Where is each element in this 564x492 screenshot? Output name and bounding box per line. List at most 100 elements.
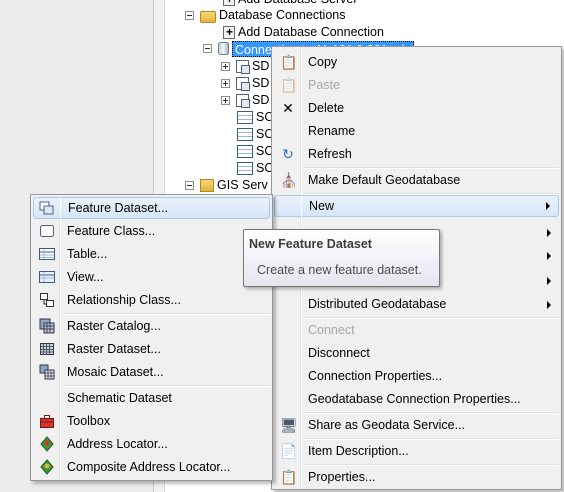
menu-item-label: Raster Catalog...	[67, 319, 161, 333]
menu-item-distributed-geodatabase[interactable]: Distributed Geodatabase	[274, 293, 559, 315]
menu-item-label: Paste	[308, 78, 340, 92]
menu-item-rename[interactable]: Rename	[274, 120, 559, 142]
delete-icon: ✕	[282, 100, 294, 116]
raster-dataset-icon	[39, 341, 55, 357]
submenu-item-relationship-class[interactable]: Relationship Class...	[33, 289, 270, 311]
submenu-item-address-locator[interactable]: Address Locator...	[33, 433, 270, 455]
menu-item-label: Composite Address Locator...	[67, 460, 231, 474]
menu-item-label: Feature Dataset...	[68, 201, 169, 215]
menu-item-label: Feature Class...	[67, 224, 156, 238]
collapse-icon[interactable]	[185, 181, 194, 190]
raster-catalog-icon	[39, 318, 55, 334]
feature-dataset-icon	[236, 94, 250, 108]
tree-item-gis-servers[interactable]: GIS Serv	[185, 177, 268, 194]
submenu-item-table[interactable]: Table...	[33, 243, 270, 265]
view-icon	[39, 269, 55, 285]
menu-item-label: Make Default Geodatabase	[308, 173, 461, 187]
menu-item-delete[interactable]: ✕ Delete	[274, 97, 559, 119]
tree-item-label: Database Connections	[219, 8, 346, 22]
properties-icon: 📋	[280, 469, 298, 485]
refresh-icon: ↻	[282, 146, 294, 162]
table-icon	[237, 111, 253, 124]
menu-item-label: Copy	[308, 55, 338, 69]
collapse-icon[interactable]	[203, 44, 212, 53]
submenu-arrow-icon	[547, 301, 551, 309]
tree-item-table[interactable]: SC	[237, 126, 273, 143]
tree-item-add-database-connection[interactable]: Add Database Connection	[223, 24, 384, 41]
menu-item-properties[interactable]: 📋 Properties...	[274, 466, 559, 488]
submenu-item-view[interactable]: View...	[33, 266, 270, 288]
menu-item-item-description[interactable]: 📄 Item Description...	[274, 440, 559, 462]
submenu-item-raster-catalog[interactable]: Raster Catalog...	[33, 315, 270, 337]
menu-item-label: Geodatabase Connection Properties...	[308, 392, 521, 406]
tooltip-new-feature-dataset: New Feature Dataset Create a new feature…	[243, 229, 440, 287]
menu-item-label: Share as Geodata Service...	[308, 418, 466, 432]
table-icon	[39, 246, 55, 262]
menu-item-label: Delete	[308, 101, 345, 115]
tree-item-table[interactable]: SC	[237, 160, 273, 177]
submenu-arrow-icon	[546, 202, 550, 210]
copy-icon: 📋	[280, 54, 298, 70]
tooltip-title: New Feature Dataset	[249, 237, 372, 251]
tree-item-dataset[interactable]: SD	[221, 92, 269, 109]
menu-item-label: Distributed Geodatabase	[308, 297, 447, 311]
schematic-dataset-icon	[39, 390, 55, 406]
paste-icon: 📋	[280, 77, 298, 93]
menu-item-label: Raster Dataset...	[67, 342, 161, 356]
submenu-item-raster-dataset[interactable]: Raster Dataset...	[33, 338, 270, 360]
gis-servers-icon	[200, 179, 214, 192]
database-connection-icon	[218, 42, 229, 55]
tree-item-table[interactable]: SC	[237, 109, 273, 126]
submenu-item-feature-class[interactable]: Feature Class...	[33, 220, 270, 242]
table-icon	[237, 162, 253, 175]
menu-item-label: Mosaic Dataset...	[67, 365, 164, 379]
submenu-arrow-icon	[547, 277, 551, 285]
submenu-item-composite-address-locator[interactable]: Composite Address Locator...	[33, 456, 270, 478]
submenu-item-feature-dataset[interactable]: Feature Dataset...	[33, 197, 270, 219]
menu-item-new[interactable]: New	[274, 195, 559, 217]
expand-icon[interactable]	[221, 62, 230, 71]
menu-item-refresh[interactable]: ↻ Refresh	[274, 143, 559, 165]
submenu-item-schematic-dataset[interactable]: Schematic Dataset	[33, 387, 270, 409]
tree-item-dataset[interactable]: SD	[221, 75, 269, 92]
feature-dataset-icon	[236, 77, 250, 91]
menu-item-share-as-geodata-service[interactable]: 🖥 Share as Geodata Service...	[274, 414, 559, 436]
submenu-arrow-icon	[547, 252, 551, 260]
item-description-icon: 📄	[280, 443, 298, 459]
tree-item-label: SD	[252, 93, 270, 107]
submenu-item-toolbox[interactable]: Toolbox	[33, 410, 270, 432]
menu-item-label: Refresh	[308, 147, 352, 161]
relationship-class-icon	[39, 292, 55, 308]
tree-item-table[interactable]: SC	[237, 143, 273, 160]
menu-item-connect[interactable]: Connect	[274, 319, 559, 341]
menu-item-label: New	[309, 199, 335, 213]
menu-item-geodatabase-connection-properties[interactable]: Geodatabase Connection Properties...	[274, 388, 559, 410]
tree-item-label: SD	[252, 76, 270, 90]
folder-icon	[200, 10, 216, 23]
default-geodatabase-icon: ⛪	[280, 172, 298, 188]
submenu-item-mosaic-dataset[interactable]: Mosaic Dataset...	[33, 361, 270, 383]
menu-item-paste[interactable]: 📋 Paste	[274, 74, 559, 96]
menu-item-copy[interactable]: 📋 Copy	[274, 51, 559, 73]
tree-item-label: Add Database Connection	[238, 25, 384, 39]
menu-item-label: Relationship Class...	[67, 293, 181, 307]
expand-icon[interactable]	[221, 79, 230, 88]
tree-item-database-connections[interactable]: Database Connections	[185, 7, 345, 24]
expand-icon[interactable]	[221, 96, 230, 105]
menu-item-label: View...	[67, 270, 104, 284]
collapse-icon[interactable]	[185, 11, 194, 20]
feature-class-icon	[39, 223, 55, 239]
menu-item-disconnect[interactable]: Disconnect	[274, 342, 559, 364]
composite-address-locator-icon	[39, 459, 55, 475]
table-icon	[237, 145, 253, 158]
tree-item-dataset[interactable]: SD	[221, 58, 269, 75]
menu-item-make-default-geodatabase[interactable]: ⛪ Make Default Geodatabase	[274, 169, 559, 191]
menu-item-connection-properties[interactable]: Connection Properties...	[274, 365, 559, 387]
menu-item-label: Connection Properties...	[308, 369, 443, 383]
feature-dataset-icon	[236, 60, 250, 74]
share-service-icon: 🖥	[280, 417, 298, 433]
menu-item-label: Rename	[308, 124, 356, 138]
feature-dataset-icon	[39, 200, 55, 216]
add-server-icon	[223, 0, 235, 8]
menu-item-label: Address Locator...	[67, 437, 168, 451]
